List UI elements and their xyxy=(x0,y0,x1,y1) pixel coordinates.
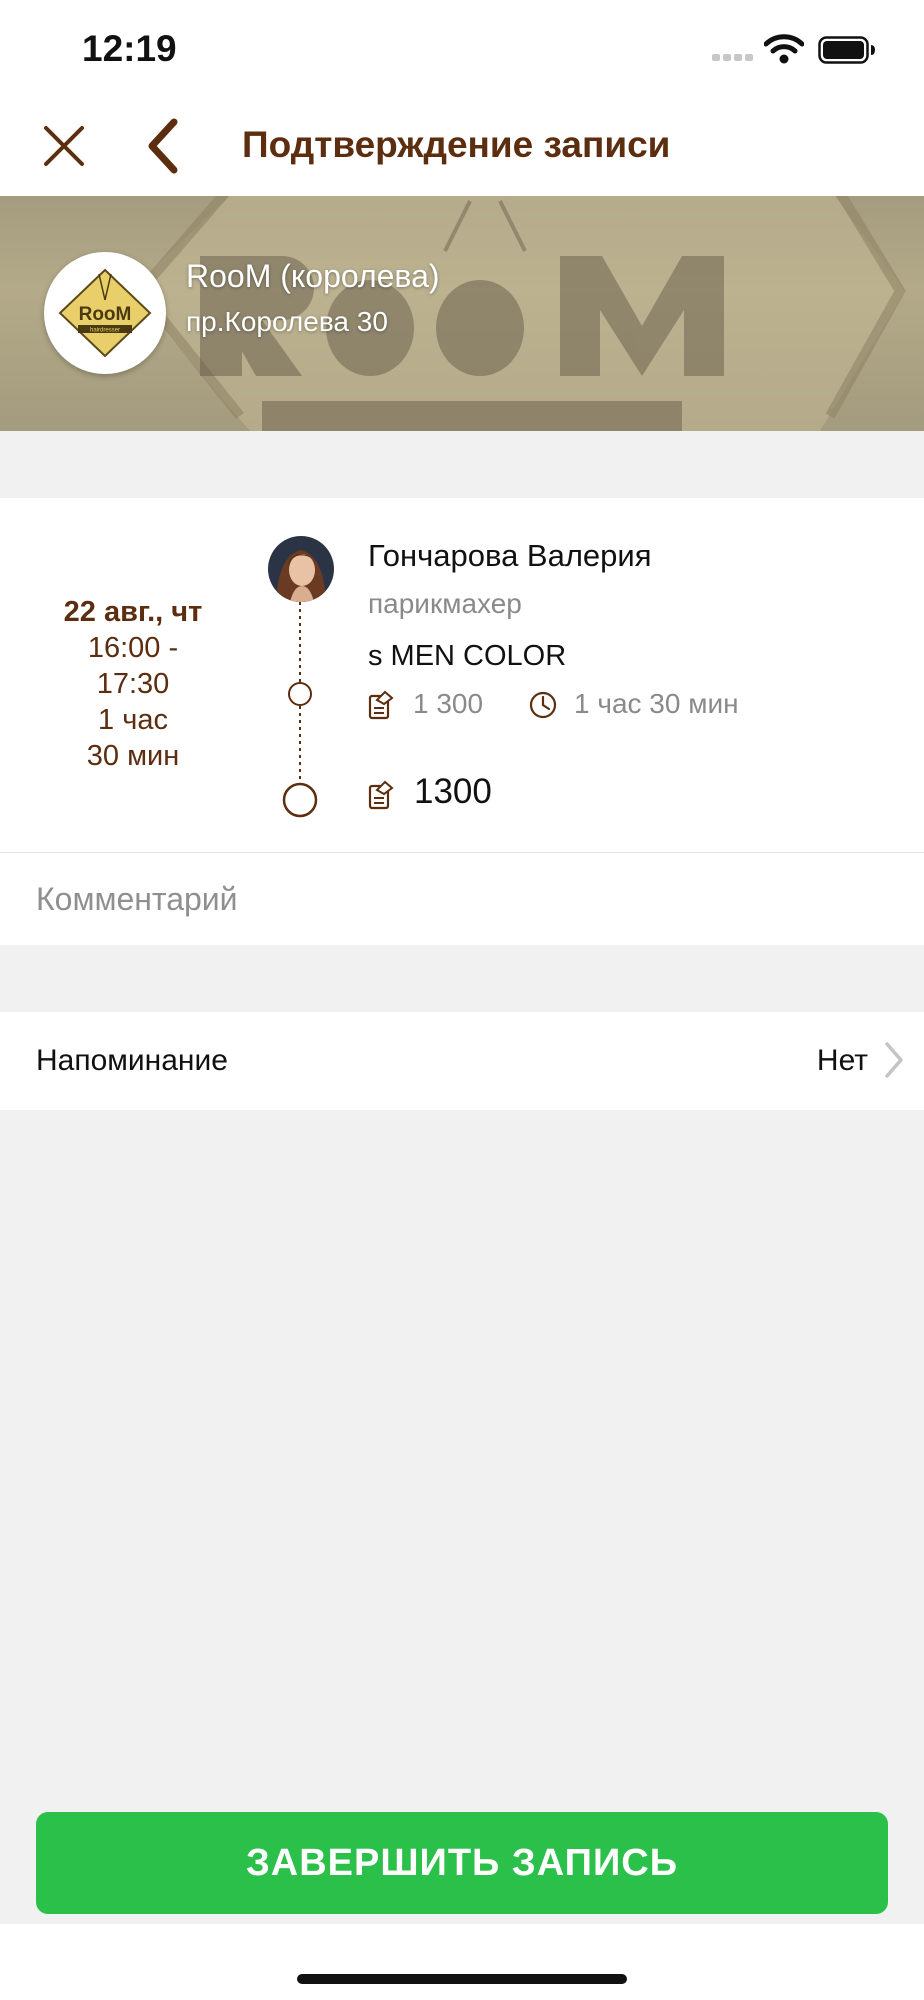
status-time: 12:19 xyxy=(82,28,177,69)
reminder-label: Напоминание xyxy=(36,1044,228,1077)
booking-datetime: 22 авг., чт 16:00 - 17:30 1 час 30 мин xyxy=(28,594,238,774)
booking-time-start: 16:00 - xyxy=(87,632,179,664)
master-avatar-image xyxy=(268,536,334,602)
reminder-row[interactable]: Напоминание Нет xyxy=(0,1012,924,1110)
master-name: Гончарова Валерия xyxy=(368,538,652,573)
total-price-tag-icon xyxy=(368,780,394,810)
home-indicator xyxy=(297,1974,627,1984)
chevron-right-icon xyxy=(885,1042,903,1078)
close-icon[interactable] xyxy=(36,118,92,174)
status-bar: 12:19 xyxy=(0,0,924,100)
price-tag-icon xyxy=(368,690,394,720)
salon-logo-subtext: hairdresser xyxy=(90,328,120,334)
service-price: 1 300 xyxy=(413,688,484,719)
master-avatar[interactable] xyxy=(268,536,334,602)
page-title: Подтверждение записи xyxy=(242,124,671,165)
salon-logo-text: RooM xyxy=(79,304,132,325)
reminder-value: Нет xyxy=(816,1044,868,1077)
booking-duration-hours: 1 час xyxy=(98,704,168,736)
booking-duration-minutes: 30 мин xyxy=(86,740,180,772)
signal-icon xyxy=(712,54,753,61)
back-icon[interactable] xyxy=(140,116,190,176)
salon-logo-image: RooM hairdresser xyxy=(58,268,152,358)
battery-icon xyxy=(818,36,875,64)
booking-card: 22 авг., чт 16:00 - 17:30 1 час 30 мин Г… xyxy=(0,498,924,852)
service-name: s MEN COLOR xyxy=(368,640,567,672)
salon-address: пр.Королева 30 xyxy=(186,306,388,337)
service-duration: 1 час 30 мин xyxy=(574,688,739,719)
salon-banner: RooM hairdresser RooM (королева) пр.Коро… xyxy=(0,196,924,431)
master-role: парикмахер xyxy=(368,588,522,619)
salon-logo: RooM hairdresser xyxy=(44,252,166,374)
clock-icon xyxy=(529,691,557,719)
booking-date: 22 авг., чт xyxy=(63,596,203,628)
salon-name: RooM (королева) xyxy=(186,258,440,294)
comment-input[interactable] xyxy=(36,877,886,921)
nav-bar: Подтверждение записи xyxy=(0,100,924,196)
total-price: 1300 xyxy=(414,772,492,811)
comment-row xyxy=(0,853,924,945)
booking-time-end: 17:30 xyxy=(96,668,170,700)
bottom-safe-area xyxy=(0,1924,924,2000)
finish-booking-button[interactable]: ЗАВЕРШИТЬ ЗАПИСЬ xyxy=(36,1812,888,1914)
wifi-icon xyxy=(764,34,804,64)
